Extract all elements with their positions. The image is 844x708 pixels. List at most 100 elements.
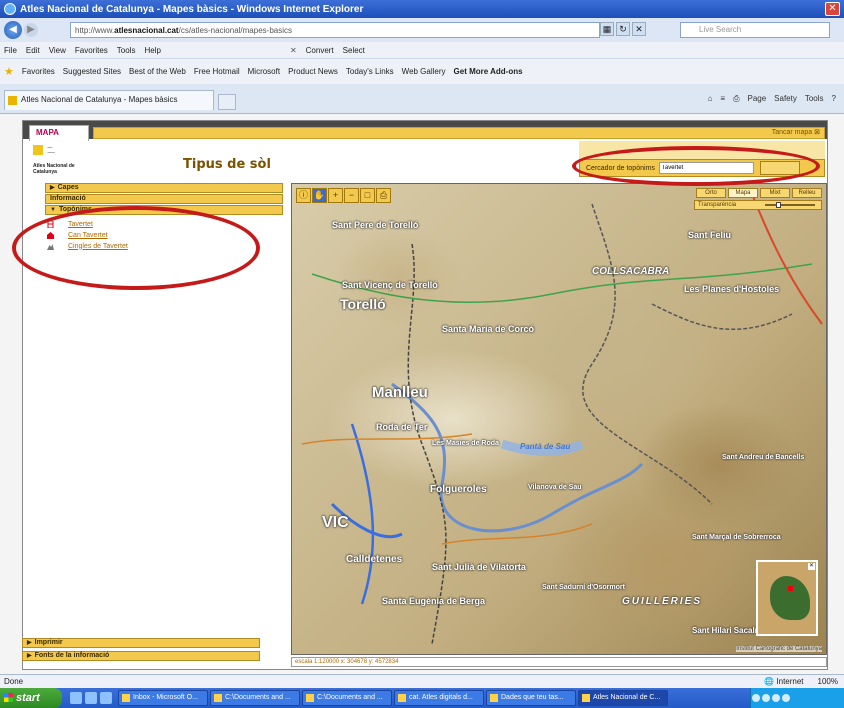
page-viewport: MAPA Tancar mapa ⊠ ━━ ━━━ Atles Nacional … [0,114,844,674]
map-label: Sant Feliu [688,230,732,240]
quicklaunch-desktop-icon[interactable] [85,692,97,704]
fav-suggested-sites[interactable]: Suggested Sites [63,67,121,76]
fav-get-addons[interactable]: Get More Add-ons [454,67,523,76]
fav-free-hotmail[interactable]: Free Hotmail [194,67,240,76]
task-documents-1[interactable]: C:\Documents and ... [210,690,300,706]
menu-tools[interactable]: Tools [117,46,136,55]
mapa-tab[interactable]: MAPA [29,125,89,141]
overview-minimap[interactable]: ✕ [756,560,818,636]
tray-icon[interactable] [772,694,780,702]
fav-microsoft[interactable]: Microsoft [248,67,280,76]
cmd-page[interactable]: Page [747,94,766,104]
section-informacio[interactable]: Informació [45,194,283,204]
view-orto-button[interactable]: Orto [696,188,726,198]
zoom-in-tool-icon[interactable]: + [328,188,343,203]
refresh-icon[interactable]: ↻ [616,22,630,36]
compat-icon[interactable]: ▦ [600,22,614,36]
address-bar[interactable]: http://www. atlesnacional.cat /cs/atles-… [70,22,600,38]
new-tab-button[interactable] [218,94,236,110]
transparency-slider[interactable] [765,204,815,206]
start-button[interactable]: start [0,688,62,708]
url-domain: atlesnacional.cat [114,25,179,35]
map-copyright: Institut Cartogràfic de Catalunya [736,646,822,652]
menu-view[interactable]: View [49,46,66,55]
fav-best-of-web[interactable]: Best of the Web [129,67,186,76]
pan-tool-icon[interactable]: ✋ [312,188,327,203]
extent-tool-icon[interactable]: □ [360,188,375,203]
map-canvas[interactable]: ⓘ ✋ + − □ ⎙ Orto Mapa Mixt Relleu Transp… [291,183,827,655]
status-zone: Internet [776,677,804,686]
highlight-ellipse-toponyms [12,206,260,290]
page-title: Tipus de sòl [183,157,271,172]
quicklaunch-ie-icon[interactable] [70,692,82,704]
tray-icon[interactable] [782,694,790,702]
favorites-button[interactable]: Favorites [22,67,55,76]
task-atles-digitals[interactable]: cat. Atles digitals d... [394,690,484,706]
section-fonts[interactable]: ▶ Fonts de la informació [22,651,260,661]
map-label: GUILLERIES [622,596,703,607]
fav-web-gallery[interactable]: Web Gallery [402,67,446,76]
stop-icon[interactable]: ✕ [632,22,646,36]
task-documents-2[interactable]: C:\Documents and ... [302,690,392,706]
close-window-button[interactable]: ✕ [825,2,840,16]
logo-name: Atles Nacional de Catalunya [33,163,75,175]
section-capes[interactable]: ▶ Capes [45,183,283,193]
section-imprimir[interactable]: ▶ Imprimir [22,638,260,648]
section-fonts-label: Fonts de la informació [34,652,110,659]
convert-button[interactable]: Convert [306,46,334,55]
map-label: VIC [322,514,349,531]
section-capes-label: Capes [57,184,79,191]
feeds-icon[interactable]: ≡ [720,94,725,104]
tray-icon[interactable] [752,694,760,702]
fav-product-news[interactable]: Product News [288,67,338,76]
view-mixt-button[interactable]: Mixt [760,188,790,198]
home-icon[interactable]: ⌂ [708,94,713,104]
url-prefix: http://www. [75,25,115,35]
back-button[interactable]: ◀ [4,21,22,39]
command-bar: ⌂ ≡ ⎙ Page Safety Tools ? [708,94,836,104]
transparency-slider-knob[interactable] [776,202,781,208]
map-label: Vilanova de Sau [528,484,582,491]
triangle-right-icon: ▶ [27,653,32,659]
map-label: Calldetenes [346,554,403,565]
logo-square-icon [33,145,43,155]
cmd-tools[interactable]: Tools [805,94,824,104]
favorites-star-icon[interactable]: ★ [4,65,14,78]
forward-button[interactable]: ▶ [24,23,38,37]
task-inbox[interactable]: Inbox - Microsoft O... [118,690,208,706]
task-dades[interactable]: Dades que teu tas... [486,690,576,706]
section-informacio-label: Informació [50,195,86,202]
fav-todays-links[interactable]: Today's Links [346,67,394,76]
tray-icon[interactable] [762,694,770,702]
quicklaunch-outlook-icon[interactable] [100,692,112,704]
menu-help[interactable]: Help [144,46,160,55]
live-search-input[interactable]: Live Search [680,22,830,38]
print-tool-icon[interactable]: ⎙ [376,188,391,203]
view-mapa-button[interactable]: Mapa [728,188,758,198]
transparency-label: Transparència [698,202,737,208]
zoom-out-tool-icon[interactable]: − [344,188,359,203]
print-icon[interactable]: ⎙ [733,94,739,104]
menu-favorites[interactable]: Favorites [75,46,108,55]
catalonia-shape [770,576,810,620]
zoom-level[interactable]: 100% [818,677,838,686]
address-row: ◀ ▶ http://www. atlesnacional.cat /cs/at… [0,18,844,42]
close-toolbar-icon[interactable]: ✕ [290,46,297,55]
quick-launch [70,692,112,704]
cmd-safety[interactable]: Safety [774,94,797,104]
map-label: Sant Hilari Sacalm [692,626,762,635]
map-label: Sant Andreu de Bancells [722,454,805,461]
help-icon[interactable]: ? [832,94,836,104]
ie-icon [4,3,16,15]
menu-file[interactable]: File [4,46,17,55]
system-tray [750,688,844,708]
browser-tab[interactable]: Atles Nacional de Catalunya - Mapes bàsi… [4,90,214,110]
view-relleu-button[interactable]: Relleu [792,188,822,198]
select-button[interactable]: Select [343,46,365,55]
close-map-link[interactable]: Tancar mapa ⊠ [93,127,825,139]
minimap-close-icon[interactable]: ✕ [808,563,815,570]
info-tool-icon[interactable]: ⓘ [296,188,311,203]
task-atles-nacional[interactable]: Atles Nacional de C... [578,690,668,706]
highlight-ellipse-search [572,146,820,186]
menu-edit[interactable]: Edit [26,46,40,55]
